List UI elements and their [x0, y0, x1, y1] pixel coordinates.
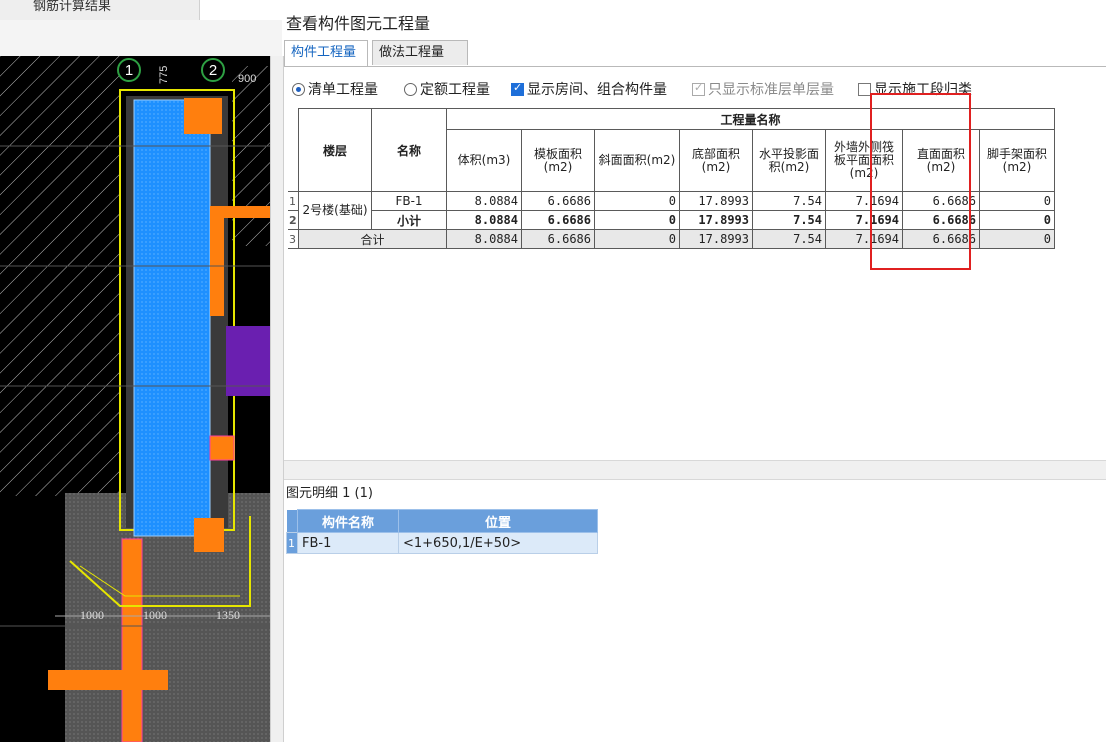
- col-slope-area: 斜面面积(m2): [594, 129, 680, 192]
- axis-label-2: 2: [209, 62, 217, 79]
- tab-method-qty[interactable]: 做法工程量: [372, 40, 468, 65]
- detail-col-position: 位置: [398, 509, 598, 533]
- dim-1350: 1350: [216, 608, 240, 622]
- detail-col-name: 构件名称: [297, 509, 399, 533]
- name-cell: FB-1: [371, 191, 447, 211]
- checkbox-show-stage[interactable]: 显示施工段归类: [858, 79, 972, 99]
- soil-hatch-left: [0, 56, 120, 496]
- checkbox-empty-icon: [858, 82, 871, 96]
- column-bottom: [121, 538, 143, 742]
- column-pad-mid: [209, 435, 235, 461]
- dim-1000-a: 1000: [80, 608, 104, 622]
- slab-fb1: [133, 99, 211, 537]
- axis-label-1: 1: [125, 62, 133, 79]
- column-pad-top: [184, 98, 222, 134]
- detail-name-cell: FB-1: [297, 532, 399, 554]
- detail-title: 图元明细 1 (1): [286, 486, 373, 501]
- col-floor: 楼层: [298, 108, 372, 192]
- column-pad-bottom: [194, 518, 224, 552]
- checkbox-show-room[interactable]: 显示房间、组合构件量: [511, 79, 667, 99]
- checkbox-checked-icon: [511, 81, 524, 96]
- col-bottom-area: 底部面积(m2): [679, 129, 753, 192]
- panel-title: 查看构件图元工程量: [286, 14, 431, 33]
- radio-quota-qty[interactable]: 定额工程量: [404, 79, 490, 99]
- table-row[interactable]: 1 FB-1 <1+650,1/E+50>: [286, 532, 598, 554]
- col-name: 名称: [371, 108, 447, 192]
- dim-1000-b: 1000: [143, 608, 167, 622]
- pane-divider[interactable]: [284, 460, 1106, 480]
- detail-position-cell: <1+650,1/E+50>: [398, 532, 598, 554]
- cad-drawing: 1 2 775 900 1000 1000 1350: [0, 56, 270, 742]
- tab-bar: 构件工程量 做法工程量: [284, 40, 1106, 67]
- radio-bill-qty[interactable]: 清单工程量: [292, 79, 378, 99]
- col-outer-raft: 外墙外侧筏板平面面积(m2): [825, 129, 903, 192]
- subtotal-label: 小计: [371, 210, 447, 230]
- col-vertical-area: 直面面积(m2): [902, 129, 980, 192]
- col-horizontal-proj: 水平投影面积(m2): [752, 129, 826, 192]
- col-formwork: 模板面积(m2): [521, 129, 595, 192]
- radio-empty-icon: [404, 82, 417, 96]
- soil-hatch-right: [232, 66, 270, 246]
- splitter[interactable]: [270, 56, 284, 742]
- left-toolbar-area: [0, 20, 282, 57]
- radio-selected-icon: [292, 82, 305, 96]
- table-row-subtotal[interactable]: 2 小计 8.0884 6.6686 0 17.8993 7.54 7.1694…: [288, 210, 1055, 230]
- detail-table: 构件名称 位置 1 FB-1 <1+650,1/E+50>: [286, 509, 598, 554]
- beam-bottom: [48, 670, 168, 690]
- tab-rebar-result[interactable]: 钢筋计算结果: [0, 0, 200, 20]
- group-header: 工程量名称: [446, 108, 1055, 130]
- floor-cell: 2号楼(基础): [298, 191, 372, 230]
- total-label: 合计: [298, 229, 447, 249]
- table-row[interactable]: 1 2号楼(基础) FB-1 8.0884 6.6686 0 17.8993 7…: [288, 191, 1055, 230]
- cad-canvas[interactable]: 1 2 775 900 1000 1000 1350: [0, 56, 270, 742]
- col-volume: 体积(m3): [446, 129, 522, 192]
- checkbox-disabled-icon: [692, 81, 705, 96]
- checkbox-std-floor[interactable]: 只显示标准层单层量: [692, 79, 834, 99]
- quantity-table: 楼层 名称 工程量名称 体积(m3) 模板面积(m2) 斜面面积(m2) 底部面…: [288, 108, 1055, 249]
- column-right: [210, 206, 224, 316]
- tab-component-qty[interactable]: 构件工程量: [284, 40, 368, 66]
- col-scaffold: 脚手架面积(m2): [979, 129, 1055, 192]
- dim-775: 775: [158, 66, 170, 84]
- dim-900: 900: [238, 73, 256, 85]
- table-row-total[interactable]: 3 合计 8.0884 6.6686 0 17.8993 7.54 7.1694…: [288, 229, 1055, 249]
- quantity-panel: 查看构件图元工程量 构件工程量 做法工程量 清单工程量 定额工程量 显示房间、组…: [284, 0, 1106, 742]
- options-bar: 清单工程量 定额工程量 显示房间、组合构件量 只显示标准层单层量 显示施工段归类: [284, 76, 1106, 100]
